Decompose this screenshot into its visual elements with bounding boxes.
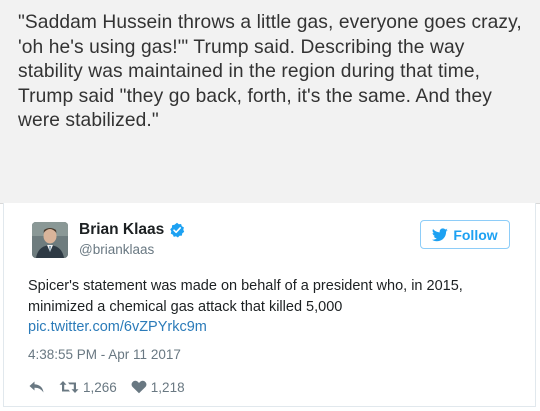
retweet-icon <box>59 381 79 393</box>
tweet-timestamp[interactable]: 4:38:55 PM - Apr 11 2017 <box>28 347 181 362</box>
tweet-text: Spicer's statement was made on behalf of… <box>28 278 463 315</box>
retweet-button[interactable]: 1,266 <box>59 380 117 395</box>
quote-block: "Saddam Hussein throws a little gas, eve… <box>0 0 540 204</box>
reply-icon <box>29 381 44 393</box>
heart-icon <box>131 380 147 394</box>
avatar[interactable] <box>32 222 68 258</box>
display-name[interactable]: Brian Klaas <box>79 221 185 239</box>
quote-text: "Saddam Hussein throws a little gas, eve… <box>18 12 522 131</box>
follow-label[interactable]: Follow <box>453 227 497 243</box>
display-name-text[interactable]: Brian Klaas <box>79 221 164 239</box>
reply-button[interactable] <box>28 380 45 394</box>
tweet-media-link[interactable]: pic.twitter.com/6vZPYrkc9m <box>28 319 207 335</box>
like-count: 1,218 <box>150 379 185 395</box>
tweet-actions: 1,266 1,218 <box>28 377 199 397</box>
user-handle[interactable]: @brianklaas <box>79 242 154 257</box>
like-button[interactable]: 1,218 <box>131 380 185 395</box>
twitter-bird-icon <box>432 227 449 242</box>
follow-button[interactable]: Follow <box>420 220 510 249</box>
avatar-photo <box>32 222 68 258</box>
verified-badge-icon <box>169 222 185 238</box>
retweet-count: 1,266 <box>83 379 117 395</box>
tweet-card: Brian Klaas @brianklaas Follow Spicer's … <box>3 203 536 407</box>
